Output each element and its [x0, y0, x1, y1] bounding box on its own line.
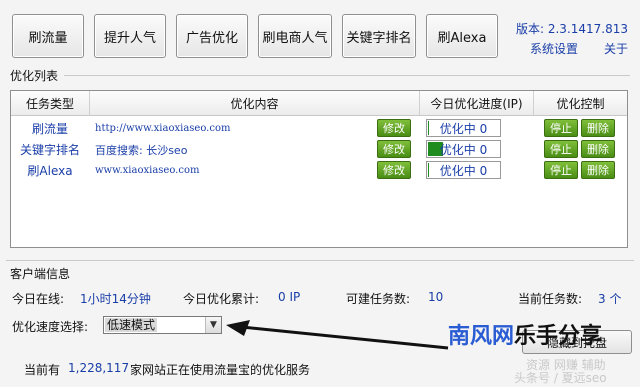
task-type: 刷Alexa: [27, 164, 73, 178]
toolbar-button-alexa[interactable]: 刷Alexa: [426, 14, 498, 58]
brand-part1: 南风网: [448, 323, 515, 348]
table-row: 关键字排名 百度搜索: 长沙seo 修改 优化中 0 停止 删除: [11, 139, 627, 160]
annotation-arrow: [226, 320, 449, 350]
group-divider: [64, 75, 630, 76]
watermark-line2: 头条号 / 夏远seo: [514, 371, 607, 385]
edit-button[interactable]: 修改: [377, 119, 411, 137]
about-link[interactable]: 关于: [604, 40, 628, 57]
edit-button[interactable]: 修改: [377, 161, 411, 179]
client-info-title: 客户端信息: [10, 267, 71, 281]
header-task-type[interactable]: 任务类型: [11, 91, 90, 116]
task-content: www.xiaoxiaseo.com: [95, 165, 200, 176]
progress-bar: 优化中 0: [426, 161, 501, 179]
arrow-head: [226, 320, 250, 336]
chevron-down-icon[interactable]: ▼: [205, 317, 221, 333]
progress-text: 优化中 0: [439, 163, 488, 178]
delete-button[interactable]: 删除: [581, 119, 615, 137]
task-content: 百度搜索: 长沙seo: [95, 143, 188, 157]
edit-button[interactable]: 修改: [377, 140, 411, 158]
stop-button[interactable]: 停止: [544, 140, 578, 158]
footer-suffix: 家网站正在使用流量宝的优化服务: [130, 363, 311, 377]
progress-text: 优化中 0: [439, 121, 488, 136]
toolbar-button-traffic[interactable]: 刷流量: [12, 14, 84, 58]
brand-part2: 乐手分享: [514, 323, 603, 348]
creatable-label: 可建任务数:: [346, 292, 411, 306]
toolbar-button-ad-optimize[interactable]: 广告优化: [176, 14, 248, 58]
current-tasks-value: 3 个: [598, 292, 622, 306]
header-control[interactable]: 优化控制: [534, 91, 627, 116]
progress-text: 优化中 0: [439, 142, 488, 157]
toolbar-button-popularity[interactable]: 提升人气: [94, 14, 166, 58]
footer-count: 1,228,117: [68, 361, 130, 375]
stop-button[interactable]: 停止: [544, 119, 578, 137]
version-text: 版本: 2.3.1417.813: [516, 22, 629, 36]
speed-select[interactable]: 低速模式 ▼: [103, 316, 222, 334]
task-type: 刷流量: [31, 122, 68, 136]
toolbar-button-ecommerce[interactable]: 刷电商人气: [258, 14, 332, 58]
online-value: 1小时14分钟: [80, 292, 151, 306]
optimize-list-title: 优化列表: [10, 69, 59, 83]
header-content[interactable]: 优化内容: [90, 91, 420, 116]
arrow-shaft: [241, 325, 449, 350]
current-tasks-label: 当前任务数:: [518, 292, 583, 306]
speed-label: 优化速度选择:: [12, 320, 89, 334]
creatable-value: 10: [428, 290, 444, 304]
table-row: 刷流量 http://www.xiaoxiaseo.com 修改 优化中 0 停…: [11, 118, 627, 139]
stop-button[interactable]: 停止: [544, 161, 578, 179]
task-type: 关键字排名: [19, 143, 80, 157]
online-label: 今日在线:: [12, 292, 65, 306]
progress-bar: 优化中 0: [426, 140, 501, 158]
progress-bar: 优化中 0: [426, 119, 501, 137]
brand-overlay: 南风网乐手分享: [448, 318, 602, 350]
toolbar-button-keyword-rank[interactable]: 关键字排名: [342, 14, 416, 58]
speed-select-value: 低速模式: [105, 318, 158, 332]
cumulative-value: 0 IP: [278, 290, 301, 304]
group-divider: [6, 260, 634, 261]
table-row: 刷Alexa www.xiaoxiaseo.com 修改 优化中 0 停止 删除: [11, 160, 627, 181]
footer-prefix: 当前有: [24, 363, 61, 377]
header-progress[interactable]: 今日优化进度(IP): [420, 91, 534, 116]
task-content: http://www.xiaoxiaseo.com: [95, 123, 231, 134]
delete-button[interactable]: 删除: [581, 161, 615, 179]
delete-button[interactable]: 删除: [581, 140, 615, 158]
cumulative-label: 今日优化累计:: [183, 292, 260, 306]
optimize-list-table: 任务类型 优化内容 今日优化进度(IP) 优化控制 刷流量 http://www…: [10, 90, 628, 248]
settings-link[interactable]: 系统设置: [530, 40, 578, 57]
